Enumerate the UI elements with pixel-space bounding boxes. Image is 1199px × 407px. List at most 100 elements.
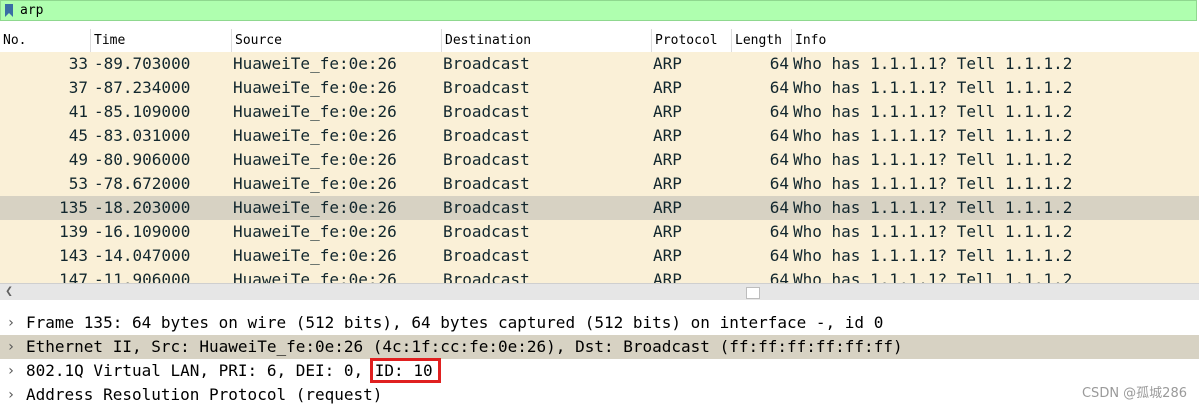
packet-length: 64 xyxy=(769,54,789,73)
packet-time: -89.703000 xyxy=(94,54,191,73)
packet-source: HuaweiTe_fe:0e:26 xyxy=(233,54,397,73)
packet-protocol: ARP xyxy=(653,150,682,169)
packet-row-selected[interactable]: 135 -18.203000 HuaweiTe_fe:0e:26 Broadca… xyxy=(0,196,1199,220)
packet-protocol: ARP xyxy=(653,246,682,265)
packet-destination: Broadcast xyxy=(443,174,530,193)
packet-time: -85.109000 xyxy=(94,102,191,121)
packet-row[interactable]: 143 -14.047000 HuaweiTe_fe:0e:26 Broadca… xyxy=(0,244,1199,268)
packet-list-hscrollbar[interactable]: ❮ xyxy=(0,283,1199,300)
packet-row[interactable]: 139 -16.109000 HuaweiTe_fe:0e:26 Broadca… xyxy=(0,220,1199,244)
packet-destination: Broadcast xyxy=(443,54,530,73)
packet-no: 143 xyxy=(59,246,88,265)
packet-row[interactable]: 37 -87.234000 HuaweiTe_fe:0e:26 Broadcas… xyxy=(0,76,1199,100)
detail-text: Address Resolution Protocol (request) xyxy=(26,385,383,404)
packet-time: -18.203000 xyxy=(94,198,191,217)
packet-protocol: ARP xyxy=(653,126,682,145)
detail-row-frame[interactable]: › Frame 135: 64 bytes on wire (512 bits)… xyxy=(0,311,1199,335)
scrollbar-thumb[interactable] xyxy=(746,287,760,299)
detail-text: 802.1Q Virtual LAN, PRI: 6, DEI: 0, ID: … xyxy=(26,358,441,383)
column-header-time[interactable]: Time xyxy=(91,29,232,52)
packet-row[interactable]: 53 -78.672000 HuaweiTe_fe:0e:26 Broadcas… xyxy=(0,172,1199,196)
packet-source: HuaweiTe_fe:0e:26 xyxy=(233,78,397,97)
packet-protocol: ARP xyxy=(653,54,682,73)
chevron-right-icon[interactable]: › xyxy=(4,359,18,383)
packet-no: 33 xyxy=(68,54,88,73)
packet-info: Who has 1.1.1.1? Tell 1.1.1.2 xyxy=(793,54,1073,73)
packet-destination: Broadcast xyxy=(443,150,530,169)
detail-text: Ethernet II, Src: HuaweiTe_fe:0e:26 (4c:… xyxy=(26,337,903,356)
packet-protocol: ARP xyxy=(653,174,682,193)
packet-length: 64 xyxy=(769,102,789,121)
packet-info: Who has 1.1.1.1? Tell 1.1.1.2 xyxy=(793,270,1073,283)
packet-no: 41 xyxy=(68,102,88,121)
packet-info: Who has 1.1.1.1? Tell 1.1.1.2 xyxy=(793,174,1073,193)
packet-info: Who has 1.1.1.1? Tell 1.1.1.2 xyxy=(793,150,1073,169)
chevron-right-icon[interactable]: › xyxy=(4,311,18,335)
packet-protocol: ARP xyxy=(653,270,682,283)
packet-destination: Broadcast xyxy=(443,222,530,241)
packet-no: 45 xyxy=(68,126,88,145)
packet-time: -83.031000 xyxy=(94,126,191,145)
packet-time: -87.234000 xyxy=(94,78,191,97)
chevron-left-icon[interactable]: ❮ xyxy=(2,284,16,300)
chevron-right-icon[interactable]: › xyxy=(4,335,18,359)
packet-destination: Broadcast xyxy=(443,198,530,217)
packet-source: HuaweiTe_fe:0e:26 xyxy=(233,198,397,217)
packet-source: HuaweiTe_fe:0e:26 xyxy=(233,102,397,121)
detail-row-ethernet[interactable]: › Ethernet II, Src: HuaweiTe_fe:0e:26 (4… xyxy=(0,335,1199,359)
column-header-source[interactable]: Source xyxy=(232,29,442,52)
packet-info: Who has 1.1.1.1? Tell 1.1.1.2 xyxy=(793,198,1073,217)
vlan-id-highlight: ID: 10 xyxy=(369,358,441,383)
packet-length: 64 xyxy=(769,222,789,241)
packet-length: 64 xyxy=(769,270,789,283)
display-filter-bar[interactable] xyxy=(0,0,1197,21)
packet-list-header: No. Time Source Destination Protocol Len… xyxy=(0,29,1199,53)
packet-row[interactable]: 41 -85.109000 HuaweiTe_fe:0e:26 Broadcas… xyxy=(0,100,1199,124)
packet-destination: Broadcast xyxy=(443,78,530,97)
column-header-info[interactable]: Info xyxy=(792,29,1199,52)
packet-row[interactable]: 49 -80.906000 HuaweiTe_fe:0e:26 Broadcas… xyxy=(0,148,1199,172)
packet-length: 64 xyxy=(769,174,789,193)
packet-destination: Broadcast xyxy=(443,246,530,265)
vlan-summary: 802.1Q Virtual LAN, PRI: 6, DEI: 0, xyxy=(26,361,373,380)
packet-time: -80.906000 xyxy=(94,150,191,169)
packet-row[interactable]: 147 -11.906000 HuaweiTe_fe:0e:26 Broadca… xyxy=(0,268,1199,283)
packet-info: Who has 1.1.1.1? Tell 1.1.1.2 xyxy=(793,246,1073,265)
packet-no: 147 xyxy=(59,270,88,283)
bookmark-icon[interactable] xyxy=(4,4,14,17)
detail-row-vlan[interactable]: › 802.1Q Virtual LAN, PRI: 6, DEI: 0, ID… xyxy=(0,358,1199,383)
packet-row[interactable]: 45 -83.031000 HuaweiTe_fe:0e:26 Broadcas… xyxy=(0,124,1199,148)
packet-length: 64 xyxy=(769,246,789,265)
packet-no: 135 xyxy=(59,198,88,217)
column-header-destination[interactable]: Destination xyxy=(442,29,652,52)
packet-info: Who has 1.1.1.1? Tell 1.1.1.2 xyxy=(793,126,1073,145)
detail-row-arp[interactable]: › Address Resolution Protocol (request) xyxy=(0,383,1199,407)
packet-source: HuaweiTe_fe:0e:26 xyxy=(233,150,397,169)
packet-source: HuaweiTe_fe:0e:26 xyxy=(233,246,397,265)
packet-protocol: ARP xyxy=(653,102,682,121)
packet-source: HuaweiTe_fe:0e:26 xyxy=(233,126,397,145)
packet-length: 64 xyxy=(769,126,789,145)
column-header-protocol[interactable]: Protocol xyxy=(652,29,732,52)
pane-divider[interactable] xyxy=(0,300,1199,311)
packet-time: -16.109000 xyxy=(94,222,191,241)
column-header-no[interactable]: No. xyxy=(0,29,91,52)
packet-info: Who has 1.1.1.1? Tell 1.1.1.2 xyxy=(793,78,1073,97)
packet-no: 37 xyxy=(68,78,88,97)
packet-time: -14.047000 xyxy=(94,246,191,265)
packet-destination: Broadcast xyxy=(443,126,530,145)
packet-row[interactable]: 33 -89.703000 HuaweiTe_fe:0e:26 Broadcas… xyxy=(0,52,1199,76)
packet-info: Who has 1.1.1.1? Tell 1.1.1.2 xyxy=(793,102,1073,121)
display-filter-input[interactable] xyxy=(20,2,1192,20)
chevron-right-icon[interactable]: › xyxy=(4,383,18,407)
packet-time: -11.906000 xyxy=(94,270,191,283)
packet-destination: Broadcast xyxy=(443,102,530,121)
packet-length: 64 xyxy=(769,150,789,169)
packet-destination: Broadcast xyxy=(443,270,530,283)
packet-no: 49 xyxy=(68,150,88,169)
packet-no: 139 xyxy=(59,222,88,241)
packet-details: › Frame 135: 64 bytes on wire (512 bits)… xyxy=(0,311,1199,407)
packet-source: HuaweiTe_fe:0e:26 xyxy=(233,222,397,241)
packet-list: 33 -89.703000 HuaweiTe_fe:0e:26 Broadcas… xyxy=(0,52,1199,283)
column-header-length[interactable]: Length xyxy=(732,29,792,52)
